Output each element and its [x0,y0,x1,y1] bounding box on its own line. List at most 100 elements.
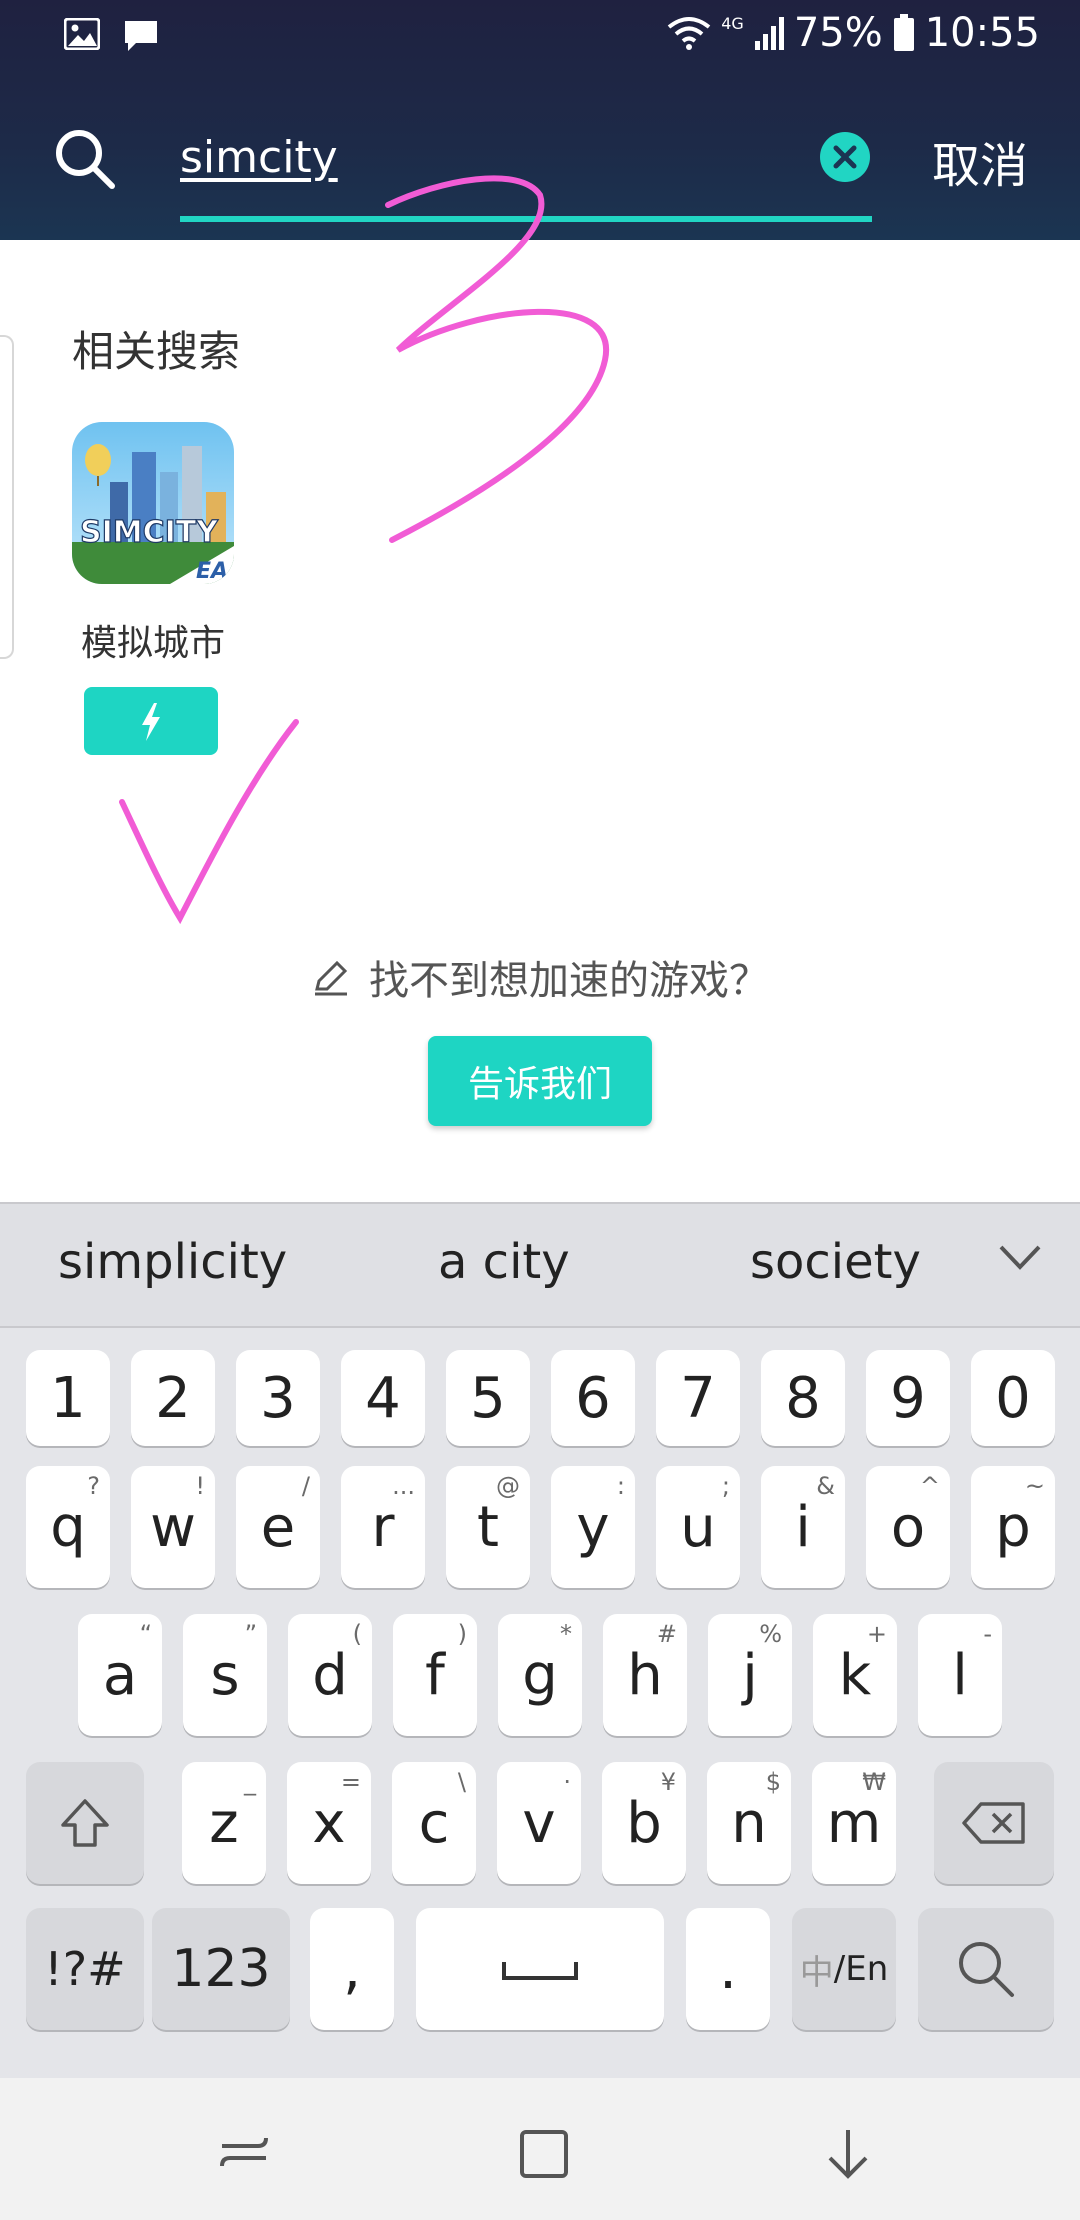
keyboard: simplicity a city society 1 2 3 4 5 6 7 8 9 0 q? w!… [0,1202,1080,2078]
key-hint: : [616,1472,625,1500]
shift-icon [61,1799,109,1847]
tell-us-button[interactable]: 告诉我们 [428,1036,652,1126]
key-hint: + [866,1620,887,1648]
key-label: 5 [470,1365,506,1431]
key-label: n [731,1790,767,1856]
language-switch-key[interactable]: 中/En [792,1908,896,2030]
chevron-down-icon[interactable] [998,1242,1042,1272]
hide-keyboard-icon[interactable] [818,2124,878,2184]
key-1[interactable]: 1 [26,1350,110,1446]
key-c[interactable]: c \ [392,1762,476,1884]
key-j[interactable]: j% [708,1614,792,1736]
key-b[interactable]: b ¥ [602,1762,686,1884]
key-h[interactable]: h # [603,1614,687,1736]
key-label: w [150,1494,196,1560]
key-a[interactable]: a “ [78,1614,162,1736]
suggestion-1[interactable]: simplicity [58,1234,287,1290]
symbols-key[interactable]: !?# [26,1908,144,2030]
suggestion-2[interactable]: a city [438,1234,570,1290]
key-label: 0 [995,1365,1031,1431]
period-key[interactable]: . [686,1908,770,2030]
key-hint: ” [244,1620,257,1648]
key-label: v [522,1790,556,1856]
key-s[interactable]: s” [183,1614,267,1736]
key-7[interactable]: 7 [656,1350,740,1446]
numbers-key[interactable]: 123 [152,1908,290,2030]
key-l[interactable]: l- [918,1614,1002,1736]
key-hint: ^ [919,1472,940,1500]
key-6[interactable]: 6 [551,1350,635,1446]
key-hint: ? [87,1472,100,1500]
key-label: 7 [680,1365,716,1431]
key-t[interactable]: t @ [446,1466,530,1588]
key-f[interactable]: f) [393,1614,477,1736]
key-hint: ~ [1024,1472,1045,1500]
key-n[interactable]: n $ [707,1762,791,1884]
key-4[interactable]: 4 [341,1350,425,1446]
key-label: 1 [50,1365,86,1431]
key-hint: $ [765,1768,781,1796]
key-hint: ! [195,1472,205,1500]
key-hint: ₩ [862,1768,886,1796]
shift-key[interactable] [26,1762,144,1884]
key-8[interactable]: 8 [761,1350,845,1446]
key-hint: % [759,1620,782,1648]
key-q[interactable]: q? [26,1466,110,1588]
home-icon[interactable] [514,2124,574,2184]
space-key[interactable] [416,1908,664,2030]
key-label: j [742,1642,758,1708]
key-hint: * [560,1620,572,1648]
key-label: a [102,1642,138,1708]
key-9[interactable]: 9 [866,1350,950,1446]
key-hint: ) [457,1620,467,1648]
key-hint: & [816,1472,835,1500]
key-g[interactable]: g * [498,1614,582,1736]
key-w[interactable]: w! [131,1466,215,1588]
key-label: i [795,1494,811,1560]
key-m[interactable]: m ₩ [812,1762,896,1884]
comma-key[interactable]: , [310,1908,394,2030]
recent-apps-icon[interactable] [214,2124,274,2184]
feedback-prompt: 找不到想加速的游戏？ [369,958,769,1004]
key-d[interactable]: d( [288,1614,372,1736]
key-3[interactable]: 3 [236,1350,320,1446]
key-y[interactable]: y: [551,1466,635,1588]
key-label: h [627,1642,663,1708]
search-key[interactable] [918,1908,1054,2030]
key-label: x [312,1790,346,1856]
key-hint: ... [392,1472,415,1500]
feedback-row: 找不到想加速的游戏？ [0,948,1080,1006]
key-k[interactable]: k + [813,1614,897,1736]
key-label: d [312,1642,348,1708]
key-o[interactable]: o ^ [866,1466,950,1588]
key-label: k [838,1642,872,1708]
key-label: z [209,1790,239,1856]
key-label: g [522,1642,558,1708]
key-u[interactable]: u; [656,1466,740,1588]
key-label: c [418,1790,450,1856]
key-hint: # [656,1620,677,1648]
key-label: u [680,1494,716,1560]
suggestion-3[interactable]: society [750,1234,921,1290]
key-0[interactable]: 0 [971,1350,1055,1446]
key-i[interactable]: i & [761,1466,845,1588]
key-2[interactable]: 2 [131,1350,215,1446]
key-z[interactable]: z _ [182,1762,266,1884]
key-5[interactable]: 5 [446,1350,530,1446]
search-icon [959,1942,1014,1997]
key-e[interactable]: e / [236,1466,320,1588]
key-hint: @ [496,1472,520,1500]
key-label: 3 [260,1365,296,1431]
handwritten-annotation [119,175,610,925]
key-p[interactable]: p ~ [971,1466,1055,1588]
key-x[interactable]: x = [287,1762,371,1884]
key-label: 8 [785,1365,821,1431]
key-v[interactable]: v · [497,1762,581,1884]
space-icon [502,1962,578,1980]
key-hint: ( [352,1620,362,1648]
key-hint: / [301,1472,310,1500]
key-r[interactable]: r... [341,1466,425,1588]
backspace-key[interactable] [934,1762,1054,1884]
key-hint: ¥ [660,1768,676,1796]
navigation-bar [0,2078,1080,2220]
